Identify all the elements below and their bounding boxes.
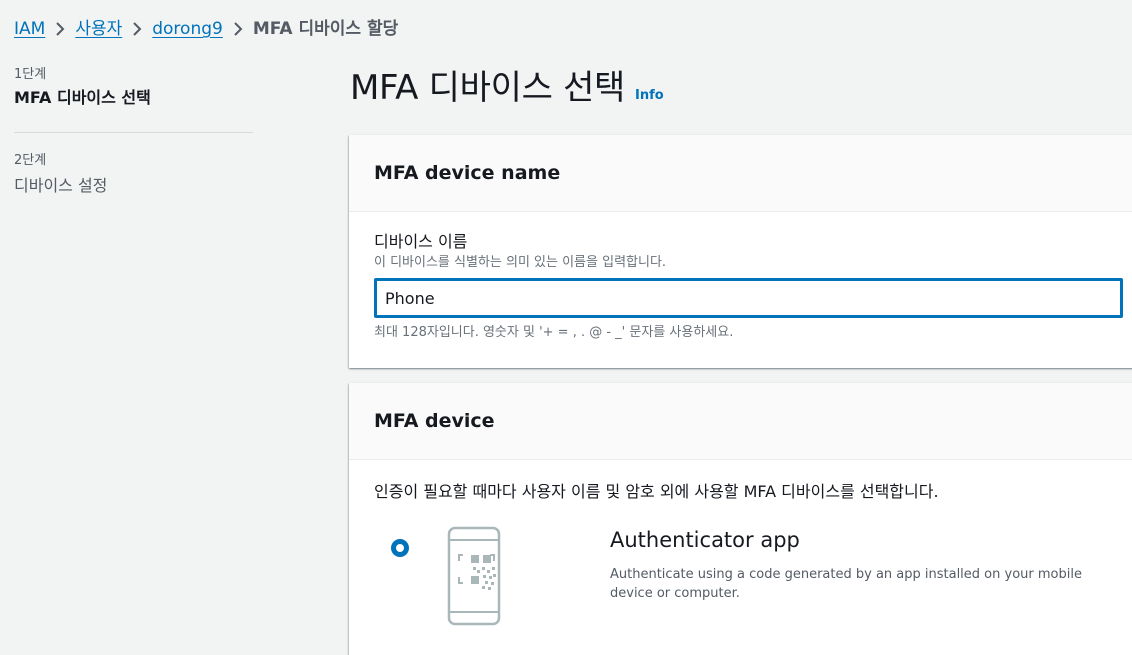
breadcrumb-link-iam[interactable]: IAM: [14, 17, 45, 41]
panel-header: MFA device name: [349, 135, 1132, 212]
breadcrumb-link-users[interactable]: 사용자: [75, 17, 122, 41]
device-intro: 인증이 필요할 때마다 사용자 이름 및 암호 외에 사용할 MFA 디바이스를…: [374, 482, 939, 501]
device-name-input[interactable]: [374, 278, 1123, 318]
chevron-right-icon: [122, 17, 152, 41]
step-1-label: 1단계: [14, 67, 47, 82]
panel-title: MFA device name: [374, 162, 561, 184]
panel-header: MFA device: [349, 383, 1132, 460]
radio-selected-dot: [396, 544, 404, 552]
info-link[interactable]: Info: [635, 88, 664, 103]
step-1-title: MFA 디바이스 선택: [14, 88, 151, 107]
step-1: 1단계 MFA 디바이스 선택: [14, 66, 253, 109]
step-2: 2단계 디바이스 설정: [14, 152, 253, 197]
step-2-label: 2단계: [14, 153, 47, 168]
page-header: MFA 디바이스 선택 Info: [350, 66, 664, 110]
chevron-right-icon: [223, 17, 253, 41]
page-title: MFA 디바이스 선택: [350, 68, 626, 108]
step-2-title: 디바이스 설정: [14, 176, 108, 195]
chevron-right-icon: [45, 17, 75, 41]
phone-qr-icon: [447, 526, 501, 626]
authenticator-app-description: Authenticate using a code generated by a…: [610, 567, 1082, 601]
mfa-device-panel: MFA device 인증이 필요할 때마다 사용자 이름 및 암호 외에 사용…: [349, 383, 1132, 655]
device-name-description: 이 디바이스를 식별하는 의미 있는 이름을 입력합니다.: [374, 255, 667, 270]
device-name-label: 디바이스 이름: [374, 232, 468, 251]
breadcrumb-link-user[interactable]: dorong9: [152, 17, 223, 41]
step-divider: [14, 132, 253, 133]
device-name-constraint: 최대 128자입니다. 영숫자 및 '+ = , . @ - _' 문자를 사용…: [374, 325, 734, 340]
breadcrumb: IAM 사용자 dorong9 MFA 디바이스 할당: [14, 17, 398, 41]
authenticator-app-title[interactable]: Authenticator app: [610, 526, 800, 554]
breadcrumb-current: MFA 디바이스 할당: [252, 19, 399, 39]
authenticator-app-radio[interactable]: [391, 539, 409, 557]
panel-title: MFA device: [374, 410, 495, 432]
form-field: 디바이스 이름 이 디바이스를 식별하는 의미 있는 이름을 입력합니다. 최대…: [349, 212, 1132, 342]
wizard-steps: 1단계 MFA 디바이스 선택 2단계 디바이스 설정: [14, 66, 253, 197]
device-name-panel: MFA device name 디바이스 이름 이 디바이스를 식별하는 의미 …: [349, 135, 1132, 368]
